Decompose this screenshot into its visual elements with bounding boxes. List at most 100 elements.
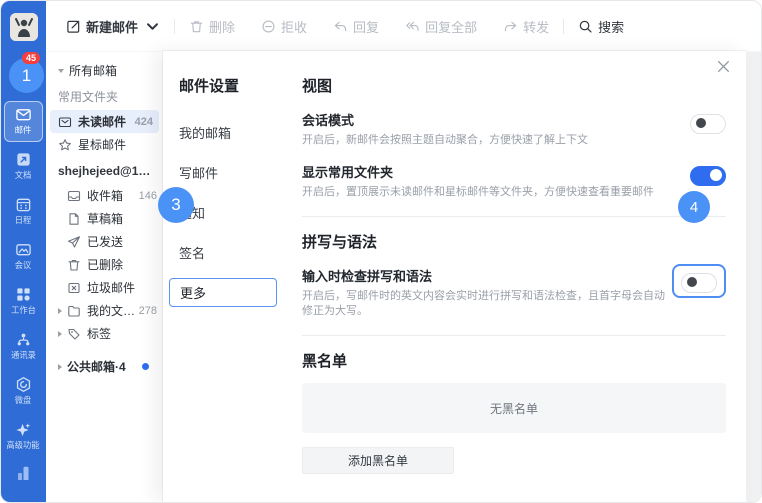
setting-title: 显示常用文件夹: [302, 162, 654, 181]
folder-icon: [67, 304, 81, 318]
star-icon: [58, 138, 72, 152]
rail-item-workbench[interactable]: 工作台: [4, 281, 43, 322]
docs-icon: [15, 151, 32, 168]
rail-item-label: 文档: [15, 170, 32, 180]
section-divider: [302, 216, 726, 217]
rail-nav: 邮件 文档 日程 会议 工作台: [1, 99, 46, 459]
reply-all-button[interactable]: 回复全部: [405, 17, 477, 36]
chevron-right-icon: [58, 364, 62, 370]
unread-mail-label: 未读邮件: [78, 113, 126, 130]
close-button[interactable]: [716, 59, 734, 77]
close-icon: [716, 59, 731, 74]
delete-button[interactable]: 删除: [189, 17, 235, 36]
blacklist-empty-state: 无黑名单: [302, 383, 726, 433]
rail-item-label: 工作台: [11, 305, 36, 315]
conversation-mode-toggle[interactable]: [690, 114, 726, 134]
app-window: 邮件 文档 日程 会议 工作台: [0, 0, 762, 503]
rail-item-calendar[interactable]: 日程: [4, 191, 43, 232]
common-folders-label: 常用文件夹: [46, 82, 163, 110]
tutorial-step-4: 4: [678, 191, 710, 223]
rail-item-meeting[interactable]: 会议: [4, 236, 43, 277]
settings-title: 邮件设置: [179, 75, 276, 96]
setting-row-common-folders: 显示常用文件夹 开启后，置顶展示未读邮件和星标邮件等文件夹，方便快速查看重要邮件: [302, 162, 726, 200]
rail-item-docs[interactable]: 文档: [4, 146, 43, 187]
reject-label: 拒收: [281, 17, 307, 36]
tag-icon: [67, 327, 81, 341]
mail-icon: [15, 106, 32, 123]
compose-button[interactable]: 新建邮件: [66, 17, 160, 36]
stats-icon[interactable]: [14, 463, 34, 488]
forward-button[interactable]: 转发: [503, 17, 549, 36]
rail-item-advanced[interactable]: 高级功能: [4, 416, 43, 457]
section-view-title: 视图: [302, 75, 726, 96]
trash-icon: [67, 258, 81, 272]
folder-label: 草稿箱: [87, 210, 123, 227]
setting-title: 输入时检查拼写和语法: [302, 266, 672, 285]
folder-sent[interactable]: 已发送: [46, 230, 163, 253]
folder-tags[interactable]: 标签: [46, 322, 163, 345]
reject-button[interactable]: 拒收: [261, 17, 307, 36]
chevron-right-icon: [58, 331, 62, 337]
reply-icon: [333, 19, 348, 34]
search-button[interactable]: 搜索: [578, 17, 624, 36]
rail-item-mail[interactable]: 邮件: [4, 101, 43, 142]
calendar-icon: [15, 196, 32, 213]
mail-settings-modal: 邮件设置 我的邮箱 写邮件 通知 签名 更多 视图 会话模式 开启后，新邮件会按…: [163, 51, 746, 502]
toolbar: 新建邮件 删除 拒收 回复 回复全部: [46, 1, 761, 52]
reply-all-label: 回复全部: [425, 17, 477, 36]
forward-label: 转发: [523, 17, 549, 36]
folder-deleted[interactable]: 已删除: [46, 253, 163, 276]
folder-label: 我的文件夹: [87, 302, 139, 319]
folder-label: 垃圾邮件: [87, 279, 135, 296]
folder-sidebar: 所有邮箱 常用文件夹 未读邮件 424 星标邮件 shejhejeed@123.…: [46, 51, 163, 502]
compose-icon: [66, 19, 81, 34]
rail-item-contacts[interactable]: 通讯录: [4, 326, 43, 367]
setting-desc: 开启后，写邮件时的英文内容会实时进行拼写和语法检查，且首字母会自动修正为大写。: [302, 289, 672, 319]
rail-item-label: 高级功能: [7, 440, 40, 450]
search-icon: [578, 19, 593, 34]
drive-icon: [15, 376, 32, 393]
starred-mail-label: 星标邮件: [78, 136, 126, 153]
tutorial-step-3: 3: [158, 187, 194, 223]
common-folders-toggle[interactable]: [690, 166, 726, 186]
settings-menu-more[interactable]: 更多: [169, 278, 277, 307]
chevron-right-icon: [58, 308, 62, 314]
setting-desc: 开启后，新邮件会按照主题自动聚合，方便快速了解上下文: [302, 133, 588, 148]
forward-icon: [503, 19, 518, 34]
rail-item-drive[interactable]: 微盘: [4, 371, 43, 412]
delete-label: 删除: [209, 17, 235, 36]
add-blacklist-button[interactable]: 添加黑名单: [302, 447, 454, 474]
settings-menu-compose[interactable]: 写邮件: [179, 158, 276, 187]
folder-my-folders[interactable]: 我的文件夹 278: [46, 299, 163, 322]
starred-mail-row[interactable]: 星标邮件: [46, 133, 163, 156]
section-spelling-title: 拼写与语法: [302, 231, 726, 252]
section-divider: [302, 335, 726, 336]
settings-menu-my-mailbox[interactable]: 我的邮箱: [179, 118, 276, 147]
rail-item-label: 微盘: [15, 395, 32, 405]
all-mailboxes-label: 所有邮箱: [69, 62, 117, 79]
public-mailbox-row[interactable]: 公共邮箱·4: [46, 355, 163, 378]
folder-inbox[interactable]: 收件箱 146: [46, 184, 163, 207]
tutorial-highlight-box: [672, 264, 726, 298]
all-mailboxes-row[interactable]: 所有邮箱: [46, 59, 163, 82]
folder-drafts[interactable]: 草稿箱: [46, 207, 163, 230]
settings-menu-signature[interactable]: 签名: [179, 238, 276, 267]
sent-icon: [67, 235, 81, 249]
settings-content: 视图 会话模式 开启后，新邮件会按照主题自动聚合，方便快速了解上下文 显示常用文…: [276, 51, 746, 502]
setting-desc: 开启后，置顶展示未读邮件和星标邮件等文件夹，方便快速查看重要邮件: [302, 185, 654, 200]
folder-spam[interactable]: 垃圾邮件: [46, 276, 163, 299]
search-label: 搜索: [598, 17, 624, 36]
avatar[interactable]: [10, 13, 38, 41]
spellcheck-toggle[interactable]: [681, 273, 717, 293]
unread-mail-row[interactable]: 未读邮件 424: [50, 110, 159, 133]
reply-button[interactable]: 回复: [333, 17, 379, 36]
reply-label: 回复: [353, 17, 379, 36]
unread-mail-icon: [58, 115, 72, 129]
setting-row-spellcheck: 输入时检查拼写和语法 开启后，写邮件时的英文内容会实时进行拼写和语法检查，且首字…: [302, 266, 726, 319]
circle-minus-icon: [261, 19, 276, 34]
sparkle-icon: [15, 421, 32, 438]
section-blacklist-title: 黑名单: [302, 350, 726, 371]
window-frame: 邮件 文档 日程 会议 工作台: [0, 0, 762, 503]
account-name[interactable]: shejhejeed@123.zr...: [46, 156, 163, 184]
meeting-icon: [15, 241, 32, 258]
